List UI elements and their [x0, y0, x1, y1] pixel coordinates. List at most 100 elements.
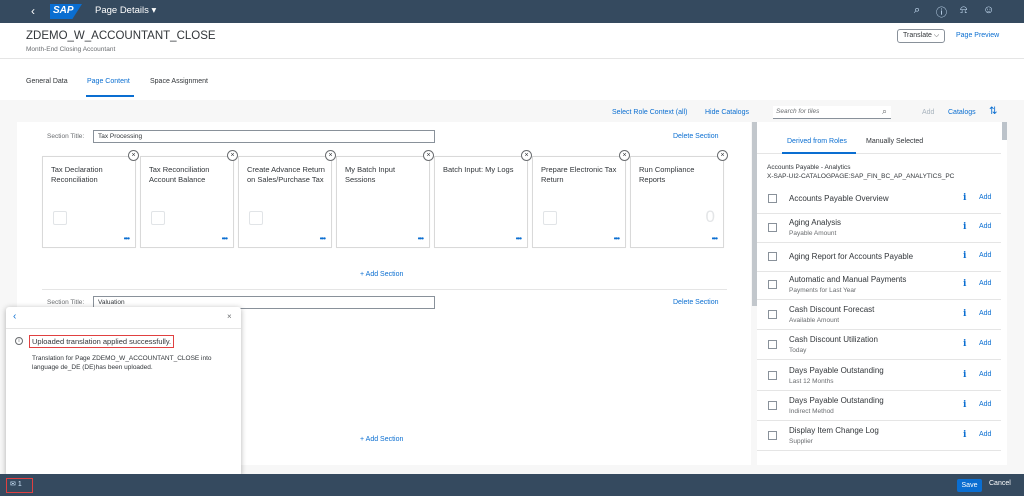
remove-tile-icon[interactable]: × [227, 150, 238, 161]
info-icon[interactable]: i [963, 430, 966, 440]
list-item[interactable]: Cash Discount Utilization Today i Add [757, 330, 1001, 360]
message-button[interactable]: ✉ 1 [6, 478, 33, 493]
tile[interactable]: Tax Declaration Reconciliation ••• [42, 156, 136, 248]
remove-tile-icon[interactable]: × [128, 150, 139, 161]
checkbox[interactable] [768, 401, 777, 410]
section-title-input[interactable]: Tax Processing [93, 130, 435, 143]
list-item[interactable]: Cash Discount Forecast Available Amount i A… [757, 300, 1001, 330]
checkbox[interactable] [768, 431, 777, 440]
tile[interactable]: Prepare Electronic Tax Return ••• [532, 156, 626, 248]
message-popover [6, 307, 241, 476]
translate-button[interactable]: Translate ⌵ [897, 29, 946, 43]
checkbox[interactable] [768, 310, 777, 319]
list-item[interactable]: Automatic and Manual Payments Payments fo… [757, 270, 1001, 300]
page-preview-button[interactable]: Page Preview [956, 32, 999, 39]
add-tile-link[interactable]: Add [979, 252, 991, 259]
delete-section-button[interactable]: Delete Section [673, 133, 719, 140]
catalogs-button[interactable]: Catalogs [948, 109, 976, 116]
remove-tile-icon[interactable]: × [423, 150, 434, 161]
tile[interactable]: Tax Reconciliation Account Balance ••• [140, 156, 234, 248]
list-item[interactable]: Days Payable Outstanding Last 12 Months i A… [757, 361, 1001, 391]
more-icon[interactable]: ••• [614, 234, 620, 243]
info-icon[interactable]: i [963, 339, 966, 349]
back-arrow-icon[interactable]: ‹ [31, 4, 35, 18]
select-role-context-link[interactable]: Select Role Context (all) [612, 109, 687, 116]
tab-space-assignment[interactable]: Space Assignment [150, 78, 208, 85]
tile[interactable]: My Batch Input Sessions ••• [336, 156, 430, 248]
checkbox[interactable] [768, 280, 777, 289]
info-icon[interactable]: i [963, 400, 966, 410]
add-tile-link[interactable]: Add [979, 194, 991, 201]
page-subtitle: Month-End Closing Accountant [26, 46, 116, 53]
add-section-button[interactable]: + Add Section [360, 436, 403, 443]
info-icon[interactable]: i [963, 309, 966, 319]
checkbox[interactable] [768, 340, 777, 349]
tile-icon [249, 211, 263, 225]
shell-title[interactable]: Page Details ▾ [95, 5, 156, 16]
list-item[interactable]: Aging Analysis Payable Amount i Add [757, 213, 1001, 243]
chevron-down-icon: ⌵ [933, 32, 940, 39]
back-icon[interactable]: ‹ [13, 311, 16, 322]
add-tile-link[interactable]: Add [979, 371, 991, 378]
close-icon[interactable]: × [227, 312, 232, 321]
add-tile-link[interactable]: Add [979, 401, 991, 408]
search-icon[interactable]: ⌕ [914, 4, 920, 17]
tab-manually-selected[interactable]: Manually Selected [866, 138, 923, 145]
more-icon[interactable]: ••• [418, 234, 424, 243]
remove-tile-icon[interactable]: × [325, 150, 336, 161]
remove-tile-icon[interactable]: × [619, 150, 630, 161]
more-icon[interactable]: ••• [222, 234, 228, 243]
tile[interactable]: Run Compliance Reports 0 ••• [630, 156, 724, 248]
info-icon[interactable]: i [963, 251, 966, 261]
checkbox[interactable] [768, 371, 777, 380]
add-tile-link[interactable]: Add [979, 340, 991, 347]
add-button[interactable]: Add [922, 109, 934, 116]
section-divider [42, 289, 727, 290]
message-title[interactable]: Uploaded translation applied successfull… [29, 335, 175, 348]
tile-icon [151, 211, 165, 225]
checkbox[interactable] [768, 223, 777, 232]
checkbox[interactable] [768, 194, 777, 203]
info-icon[interactable]: i [963, 222, 966, 232]
list-item[interactable]: Display Item Change Log Supplier i Add [757, 421, 1001, 451]
remove-tile-icon[interactable]: × [521, 150, 532, 161]
tile[interactable]: Batch Input: My Logs ••• [434, 156, 528, 248]
checkbox[interactable] [768, 252, 777, 261]
more-icon[interactable]: ••• [712, 234, 718, 243]
bell-icon[interactable]: ⍾ [960, 4, 967, 17]
scrollbar[interactable] [1002, 122, 1007, 140]
section-title-label: Section Title: [47, 133, 85, 140]
tab-general-data[interactable]: General Data [26, 78, 68, 85]
more-icon[interactable]: ••• [320, 234, 326, 243]
add-tile-link[interactable]: Add [979, 223, 991, 230]
cancel-button[interactable]: Cancel [989, 480, 1011, 487]
add-tile-link[interactable]: Add [979, 431, 991, 438]
remove-tile-icon[interactable]: × [717, 150, 728, 161]
add-tile-link[interactable]: Add [979, 280, 991, 287]
add-tile-link[interactable]: Add [979, 310, 991, 317]
more-icon[interactable]: ••• [124, 234, 130, 243]
tile[interactable]: Create Advance Return on Sales/Purchase … [238, 156, 332, 248]
info-icon[interactable]: i [963, 193, 966, 203]
info-icon: i [15, 337, 23, 345]
tile-search-input[interactable]: Search for tiles ⌕ [773, 106, 891, 119]
more-icon[interactable]: ••• [516, 234, 522, 243]
info-icon[interactable]: i [963, 279, 966, 289]
section-title-label: Section Title: [47, 299, 85, 306]
list-item[interactable]: Accounts Payable Overview i Add [757, 184, 1001, 214]
tile-icon [543, 211, 557, 225]
search-icon[interactable]: ⌕ [882, 106, 887, 117]
save-button[interactable]: Save [957, 479, 982, 492]
sort-icon[interactable]: ⇅ [989, 106, 997, 117]
user-icon[interactable]: ☺ [983, 4, 994, 16]
help-icon[interactable]: ⓘ [936, 4, 947, 20]
info-icon[interactable]: i [963, 370, 966, 380]
tab-derived-from-roles[interactable]: Derived from Roles [787, 138, 847, 145]
delete-section-button[interactable]: Delete Section [673, 299, 719, 306]
list-item[interactable]: Days Payable Outstanding Indirect Method i… [757, 391, 1001, 421]
add-section-button[interactable]: + Add Section [360, 271, 403, 278]
tile-icon [53, 211, 67, 225]
tab-page-content[interactable]: Page Content [87, 78, 130, 85]
list-item[interactable]: Aging Report for Accounts Payable i Add [757, 242, 1001, 272]
hide-catalogs-link[interactable]: Hide Catalogs [705, 109, 749, 116]
